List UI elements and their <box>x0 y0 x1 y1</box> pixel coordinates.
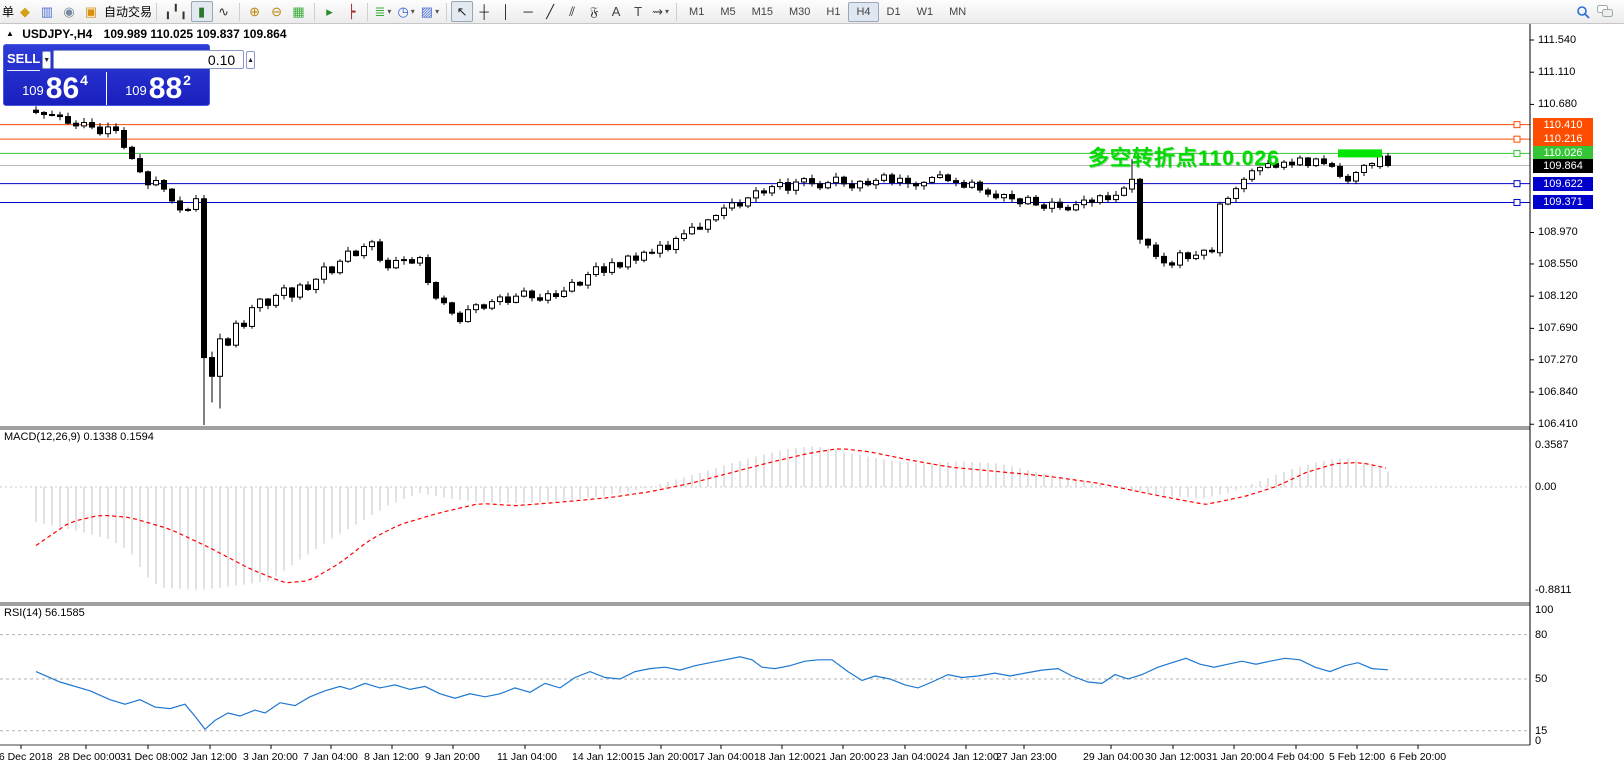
timeframe-h1-button[interactable]: H1 <box>818 2 848 22</box>
terminal-icon[interactable]: ▥ <box>36 1 58 22</box>
toolbar-separator <box>239 3 240 21</box>
search-icon[interactable] <box>1572 1 1594 22</box>
cursor-icon[interactable]: ↖ <box>451 1 473 22</box>
highlight-bar[interactable] <box>1338 149 1382 157</box>
sell-button[interactable]: SELL <box>7 49 40 71</box>
symbol-period-label: USDJPY-,H4 <box>22 27 92 41</box>
tile-windows-icon[interactable]: ▦ <box>288 1 310 22</box>
templates-icon[interactable]: ▨▾ <box>418 1 442 22</box>
buy-price-display[interactable]: 109 88 2 <box>107 72 209 105</box>
volume-increase-button[interactable]: ▲ <box>246 51 255 69</box>
gold-chart-icon[interactable]: ◆ <box>14 1 36 22</box>
timeframe-m15-button[interactable]: M15 <box>744 2 781 22</box>
volume-input[interactable] <box>53 50 244 69</box>
main-toolbar: 单 ◆▥◉▣ 自动交易 ╻╹╻▮∿⊕⊖▦▸┝≣▾◷▾▨▾↖┼│─╱⫽𝔉AT⇝▾ … <box>0 0 1624 24</box>
trendline-icon[interactable]: ╱ <box>539 1 561 22</box>
candlestick-chart-icon[interactable]: ▮ <box>191 1 213 22</box>
new-order-button-partial[interactable]: 单 <box>2 3 14 20</box>
chat-icon[interactable] <box>1594 1 1616 22</box>
auto-scroll-icon[interactable]: ▸ <box>319 1 341 22</box>
indicators-icon[interactable]: ≣▾ <box>372 1 395 22</box>
channel-icon[interactable]: ⫽ <box>561 1 583 22</box>
toolbar-separator <box>156 3 157 21</box>
chart-canvas[interactable] <box>0 24 1624 768</box>
zoom-out-icon[interactable]: ⊖ <box>266 1 288 22</box>
toolbar-separator <box>367 3 368 21</box>
timeframe-d1-button[interactable]: D1 <box>879 2 909 22</box>
collapse-panel-icon[interactable]: ▲ <box>6 29 14 38</box>
timeframe-m1-button[interactable]: M1 <box>681 2 712 22</box>
periods-icon[interactable]: ◷▾ <box>394 1 417 22</box>
volume-decrease-button[interactable]: ▼ <box>42 51 51 69</box>
toolbar-separator <box>446 3 447 21</box>
zoom-in-icon[interactable]: ⊕ <box>244 1 266 22</box>
timeframe-h4-button[interactable]: H4 <box>848 2 878 22</box>
timeframe-mn-button[interactable]: MN <box>941 2 974 22</box>
horizontal-line-icon[interactable]: ─ <box>517 1 539 22</box>
toolbar-separator <box>676 3 677 21</box>
signal-icon[interactable]: ◉ <box>58 1 80 22</box>
sell-price-display[interactable]: 109 86 4 <box>4 72 107 105</box>
chart-title: ▲ USDJPY-,H4 109.989 110.025 109.837 109… <box>6 27 287 41</box>
vertical-line-icon[interactable]: │ <box>495 1 517 22</box>
timeframe-m30-button[interactable]: M30 <box>781 2 818 22</box>
chart-shift-icon[interactable]: ┝ <box>341 1 363 22</box>
text-label-icon[interactable]: T <box>627 1 649 22</box>
bar-chart-icon[interactable]: ╻╹╻ <box>161 1 190 22</box>
autotrading-label[interactable]: 自动交易 <box>104 3 152 20</box>
line-chart-icon[interactable]: ∿ <box>213 1 235 22</box>
crosshair-icon[interactable]: ┼ <box>473 1 495 22</box>
arrows-icon[interactable]: ⇝▾ <box>649 1 672 22</box>
fibonacci-icon[interactable]: 𝔉 <box>583 1 605 22</box>
ohlc-quote-label: 109.989 110.025 109.837 109.864 <box>104 27 287 41</box>
toolbar-separator <box>314 3 315 21</box>
buy-button[interactable]: BUY <box>257 49 284 71</box>
autotrading-icon[interactable]: ▣ <box>80 1 102 22</box>
timeframe-m5-button[interactable]: M5 <box>712 2 743 22</box>
timeframe-w1-button[interactable]: W1 <box>909 2 942 22</box>
one-click-trade-panel: SELL ▼ ▲ BUY 109 86 4 109 88 2 <box>3 44 210 106</box>
text-icon[interactable]: A <box>605 1 627 22</box>
